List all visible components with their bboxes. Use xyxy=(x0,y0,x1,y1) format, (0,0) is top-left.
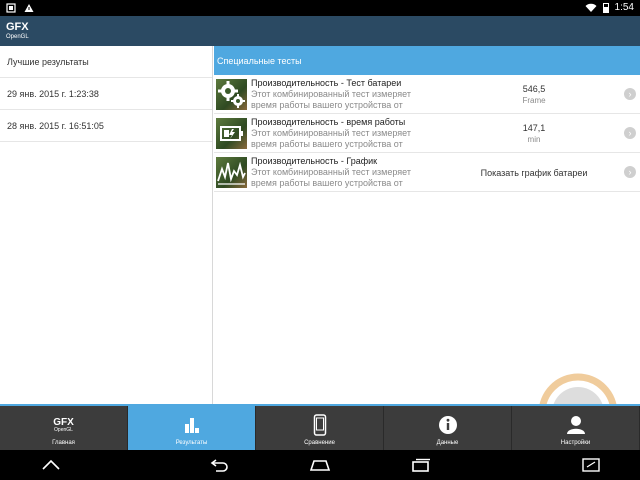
screen: 1:54 GFX OpenGL Лучшие результаты 29 янв… xyxy=(0,0,640,480)
phone-icon xyxy=(313,414,326,436)
tab-label: Данные xyxy=(436,440,459,446)
wifi-icon xyxy=(585,3,597,12)
best-results-header: Лучшие результаты xyxy=(0,46,212,78)
test-title: Производительность - График xyxy=(251,155,378,166)
logo-main: GFX xyxy=(6,21,29,33)
bottom-tab-bar: GFX OpenGL Главная Результаты Сравнение … xyxy=(0,404,640,450)
info-icon xyxy=(438,416,457,434)
test-desc-line1: Этот комбинированный тест измеряет xyxy=(251,88,411,99)
battery-icon xyxy=(602,3,609,13)
battery-charging-icon xyxy=(216,117,247,149)
warning-icon xyxy=(24,4,34,12)
result-item-2[interactable]: 28 янв. 2015 г. 16:51:05 xyxy=(0,110,212,142)
test-title: Производительность - Тест батареи xyxy=(251,77,402,88)
tab-label: Настройки xyxy=(560,440,591,446)
test-score: 546,5 xyxy=(522,83,546,94)
test-unit: min xyxy=(527,134,541,144)
tab-label: Результаты xyxy=(175,440,208,446)
system-nav-bar xyxy=(0,450,640,480)
tab-settings[interactable]: Настройки xyxy=(512,406,640,450)
test-row-runtime[interactable]: Производительность - время работы Этот к… xyxy=(214,114,640,153)
test-desc-line1: Этот комбинированный тест измеряет xyxy=(251,127,411,138)
bar-chart-icon xyxy=(184,418,199,433)
status-bar: 1:54 xyxy=(0,0,640,16)
test-desc-line2: время работы вашего устройства от xyxy=(251,177,403,188)
special-tests-header: Специальные тесты xyxy=(214,46,640,75)
chevron-right-icon[interactable]: › xyxy=(624,166,636,178)
tab-home-logo-sub: OpenGL xyxy=(54,426,73,433)
tab-label: Сравнение xyxy=(304,440,335,446)
test-desc-line2: время работы вашего устройства от xyxy=(251,138,403,149)
tab-info[interactable]: Данные xyxy=(384,406,512,450)
back-icon[interactable] xyxy=(208,458,230,472)
chevron-right-icon[interactable]: › xyxy=(624,127,636,139)
app-logo: GFX OpenGL xyxy=(6,21,29,41)
test-desc-line2: время работы вашего устройства от xyxy=(251,99,403,110)
show-battery-graph-link[interactable]: Показать график батареи xyxy=(464,167,604,179)
app-notification-icon xyxy=(6,3,16,13)
clock: 1:54 xyxy=(614,2,634,13)
gfx-logo-icon: GFX OpenGL xyxy=(53,416,74,433)
user-settings-icon xyxy=(566,416,585,434)
chevron-right-icon[interactable]: › xyxy=(624,88,636,100)
special-tests-panel: Специальные тесты Производительность - Т… xyxy=(214,46,640,404)
home-icon[interactable] xyxy=(309,458,331,472)
gears-icon xyxy=(216,78,247,110)
test-row-battery[interactable]: Производительность - Тест батареи Этот к… xyxy=(214,75,640,114)
app-bar: GFX OpenGL xyxy=(0,16,640,46)
best-results-panel: Лучшие результаты 29 янв. 2015 г. 1:23:3… xyxy=(0,46,213,404)
tab-home[interactable]: GFX OpenGL Главная xyxy=(0,406,128,450)
tab-label: Главная xyxy=(52,440,75,446)
hide-keyboard-icon[interactable] xyxy=(40,458,62,472)
test-score: 147,1 xyxy=(522,122,546,133)
tab-results[interactable]: Результаты xyxy=(128,406,256,450)
test-unit: Frame xyxy=(522,95,546,105)
tab-home-logo-main: GFX xyxy=(53,416,74,428)
graph-icon xyxy=(216,156,247,188)
test-title: Производительность - время работы xyxy=(251,116,406,127)
test-desc-line1: Этот комбинированный тест измеряет xyxy=(251,166,411,177)
logo-sub: OpenGL xyxy=(6,34,29,40)
test-row-graph[interactable]: Производительность - График Этот комбини… xyxy=(214,153,640,192)
result-item-1[interactable]: 29 янв. 2015 г. 1:23:38 xyxy=(0,78,212,110)
tab-compare[interactable]: Сравнение xyxy=(256,406,384,450)
fullscreen-icon[interactable] xyxy=(580,458,602,472)
recent-apps-icon[interactable] xyxy=(410,458,432,472)
